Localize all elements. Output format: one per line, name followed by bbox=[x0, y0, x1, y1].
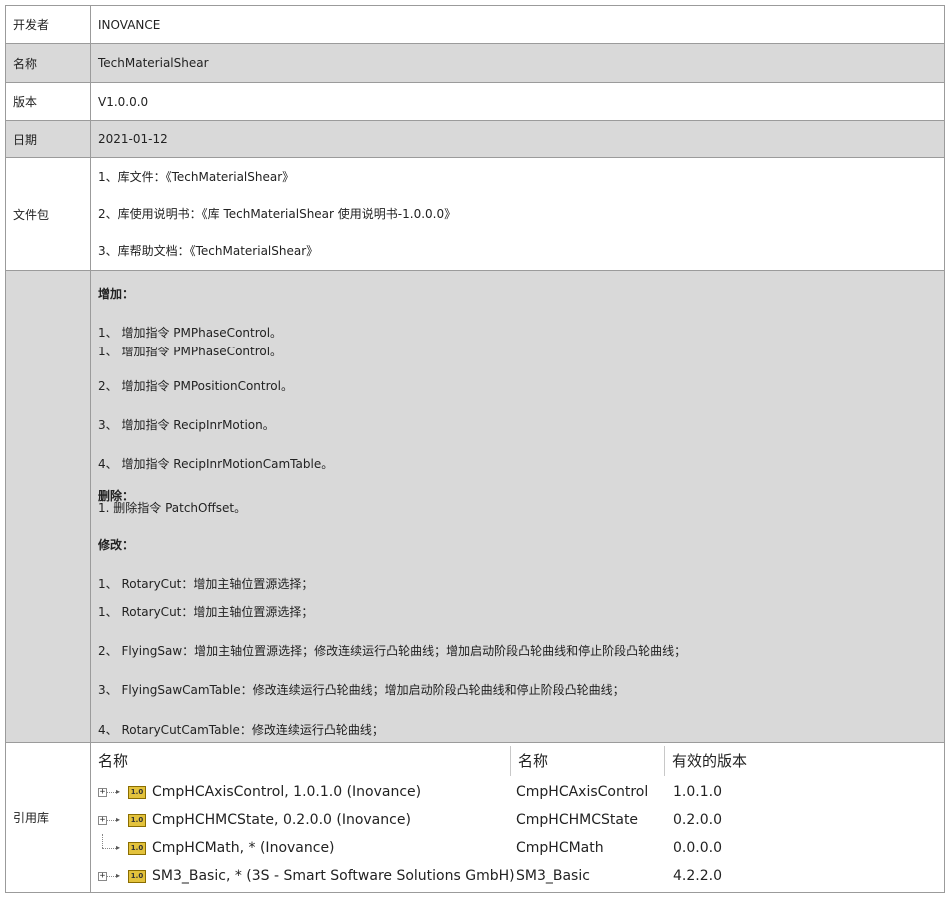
reference-full-name: CmpHCMath, * (Inovance) bbox=[152, 840, 335, 856]
modify-heading: 修改： bbox=[98, 538, 135, 552]
tree-connector: + ▸ bbox=[98, 815, 121, 825]
developer-row: 开发者 INOVANCE bbox=[5, 5, 945, 44]
tree-connector: ▸ bbox=[98, 834, 128, 855]
version-label: 版本 bbox=[5, 82, 91, 121]
reference-full-name: CmpHCHMCState, 0.2.0.0 (Inovance) bbox=[152, 812, 411, 828]
tree-connector: + ▸ bbox=[98, 871, 121, 881]
column-header-version[interactable]: 有效的版本 bbox=[672, 750, 747, 771]
tree-connector: + ▸ bbox=[98, 787, 121, 797]
name-row: 名称 TechMaterialShear bbox=[5, 43, 945, 83]
reference-row[interactable]: + ▸ 1.0 SM3_Basic, * (3S - Smart Softwar… bbox=[98, 862, 944, 890]
date-label: 日期 bbox=[5, 120, 91, 158]
column-separator bbox=[510, 745, 511, 776]
change-line: 2、 增加指令 PMPositionControl。 bbox=[98, 379, 293, 393]
changes-label bbox=[5, 270, 91, 743]
expand-icon[interactable]: + bbox=[98, 872, 107, 881]
change-line: 1、 增加指令 PMPhaseControl。 bbox=[98, 326, 283, 340]
developer-value: INOVANCE bbox=[90, 5, 945, 44]
change-line: 4、 RotaryCutCamTable：修改连续运行凸轮曲线； bbox=[98, 723, 384, 737]
column-header-name[interactable]: 名称 bbox=[98, 750, 510, 771]
change-line: 2、 FlyingSaw：增加主轴位置源选择；修改连续运行凸轮曲线；增加启动阶段… bbox=[98, 644, 687, 658]
reference-namespace: CmpHCHMCState bbox=[516, 812, 639, 828]
reference-row[interactable]: + ▸ 1.0 CmpHCAxisControl, 1.0.1.0 (Inova… bbox=[98, 778, 944, 806]
references-panel: 名称 名称 有效的版本 + ▸ 1.0 CmpHCAxisControl, 1.… bbox=[90, 742, 945, 893]
library-icon: 1.0 bbox=[128, 869, 146, 883]
name-label: 名称 bbox=[5, 43, 91, 83]
reference-namespace: CmpHCMath bbox=[516, 840, 604, 856]
reference-full-name: CmpHCAxisControl, 1.0.1.0 (Inovance) bbox=[152, 784, 422, 800]
references-label: 引用库 bbox=[5, 742, 91, 893]
version-value: V1.0.0.0 bbox=[90, 82, 945, 121]
library-info-table: 开发者 INOVANCE 名称 TechMaterialShear 版本 V1.… bbox=[5, 5, 945, 893]
reference-row[interactable]: ▸ 1.0 CmpHCMath, * (Inovance) CmpHCMath … bbox=[98, 834, 944, 862]
reference-version: 0.0.0.0 bbox=[673, 840, 722, 856]
references-row: 引用库 名称 名称 有效的版本 + ▸ 1.0 CmpHCAxisControl… bbox=[5, 742, 945, 893]
package-label: 文件包 bbox=[5, 157, 91, 271]
reference-version: 0.2.0.0 bbox=[673, 812, 722, 828]
reference-namespace: SM3_Basic bbox=[516, 868, 590, 884]
add-heading: 增加： bbox=[98, 287, 135, 301]
references-header: 名称 名称 有效的版本 bbox=[98, 743, 944, 778]
change-line-clipped: 1、 增加指令 PMPhaseControl。 bbox=[98, 347, 283, 357]
changes-content: 增加： 1、 增加指令 PMPhaseControl。 1、 增加指令 PMPh… bbox=[90, 270, 945, 743]
change-line: 1、 RotaryCut：增加主轴位置源选择； bbox=[98, 577, 314, 591]
package-row: 文件包 1、库文件：《TechMaterialShear》 2、库使用说明书：《… bbox=[5, 157, 945, 271]
package-line: 3、库帮助文档：《TechMaterialShear》 bbox=[98, 243, 319, 258]
name-value: TechMaterialShear bbox=[90, 43, 945, 83]
library-icon: 1.0 bbox=[128, 841, 146, 855]
package-line: 1、库文件：《TechMaterialShear》 bbox=[98, 169, 295, 184]
expand-icon[interactable]: + bbox=[98, 788, 107, 797]
library-icon: 1.0 bbox=[128, 785, 146, 799]
package-line: 2、库使用说明书：《库 TechMaterialShear 使用说明书-1.0.… bbox=[98, 206, 457, 221]
date-value: 2021-01-12 bbox=[90, 120, 945, 158]
reference-namespace: CmpHCAxisControl bbox=[516, 784, 649, 800]
library-icon: 1.0 bbox=[128, 813, 146, 827]
changes-row: 增加： 1、 增加指令 PMPhaseControl。 1、 增加指令 PMPh… bbox=[5, 270, 945, 743]
reference-version: 1.0.1.0 bbox=[673, 784, 722, 800]
date-row: 日期 2021-01-12 bbox=[5, 120, 945, 158]
column-header-namespace[interactable]: 名称 bbox=[518, 750, 664, 771]
package-content: 1、库文件：《TechMaterialShear》 2、库使用说明书：《库 Te… bbox=[90, 157, 945, 271]
developer-label: 开发者 bbox=[5, 5, 91, 44]
reference-full-name: SM3_Basic, * (3S - Smart Software Soluti… bbox=[152, 868, 515, 884]
change-line: 1. 删除指令 PatchOffset。 bbox=[98, 501, 247, 515]
expand-icon[interactable]: + bbox=[98, 816, 107, 825]
change-line: 4、 增加指令 RecipInrMotionCamTable。 bbox=[98, 457, 334, 471]
version-row: 版本 V1.0.0.0 bbox=[5, 82, 945, 121]
column-separator bbox=[664, 745, 665, 776]
change-line: 3、 增加指令 RecipInrMotion。 bbox=[98, 418, 275, 432]
reference-row[interactable]: + ▸ 1.0 CmpHCHMCState, 0.2.0.0 (Inovance… bbox=[98, 806, 944, 834]
change-line: 1、 RotaryCut：增加主轴位置源选择； bbox=[98, 605, 314, 619]
change-line: 3、 FlyingSawCamTable：修改连续运行凸轮曲线；增加启动阶段凸轮… bbox=[98, 683, 625, 697]
reference-version: 4.2.2.0 bbox=[673, 868, 722, 884]
